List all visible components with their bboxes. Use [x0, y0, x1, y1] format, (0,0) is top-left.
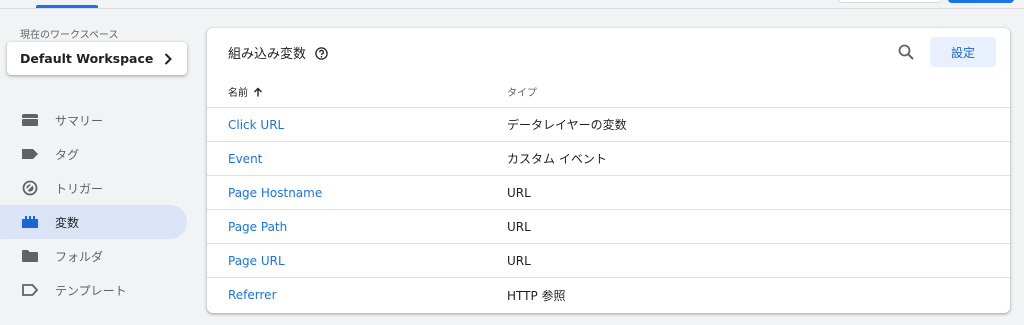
variable-name-link[interactable]: Page Path: [207, 220, 507, 234]
column-header-name[interactable]: 名前: [207, 84, 507, 99]
settings-button[interactable]: 設定: [930, 37, 996, 67]
folder-icon: [22, 248, 38, 264]
variable-name-link[interactable]: Referrer: [207, 288, 507, 302]
column-header-name-label: 名前: [228, 88, 248, 99]
template-icon: [22, 282, 38, 298]
table-row: Referrer HTTP 参照: [207, 278, 1010, 312]
workspace-label: 現在のワークスペース: [20, 30, 119, 41]
summary-icon: [22, 112, 38, 128]
sidebar-item-label: フォルダ: [55, 249, 104, 264]
top-primary-button[interactable]: [948, 0, 1014, 3]
workspace-name: Default Workspace: [20, 51, 154, 66]
variable-type: URL: [507, 185, 531, 200]
top-bar: [0, 0, 1024, 9]
table-header: 名前 タイプ: [207, 76, 1010, 108]
variable-name-link[interactable]: Event: [207, 152, 507, 166]
workspace-selector[interactable]: Default Workspace: [7, 42, 187, 75]
table-row: Click URL データレイヤーの変数: [207, 108, 1010, 142]
help-icon[interactable]: [314, 46, 328, 60]
sidebar-item-variables[interactable]: 変数: [0, 205, 187, 239]
column-header-type[interactable]: タイプ: [507, 84, 537, 99]
sidebar-item-summary[interactable]: サマリー: [0, 103, 187, 137]
sidebar-nav: サマリー タグ トリガー 変数 フォルダ テンプレート: [0, 103, 187, 307]
sidebar-item-triggers[interactable]: トリガー: [0, 171, 187, 205]
sidebar-item-label: テンプレート: [55, 283, 127, 298]
chevron-right-icon: [161, 52, 175, 66]
variable-name-link[interactable]: Page URL: [207, 254, 507, 268]
sidebar-item-label: 変数: [55, 215, 80, 230]
sidebar-item-folders[interactable]: フォルダ: [0, 239, 187, 273]
table-row: Page Hostname URL: [207, 176, 1010, 210]
table-row: Event カスタム イベント: [207, 142, 1010, 176]
sidebar-item-label: トリガー: [55, 181, 104, 196]
sidebar-item-label: サマリー: [55, 113, 104, 128]
active-tab-indicator: [36, 5, 98, 8]
top-outline-button[interactable]: [838, 0, 942, 3]
variable-type: カスタム イベント: [507, 152, 607, 166]
search-icon[interactable]: [896, 42, 916, 62]
builtin-variables-card: 組み込み変数 設定 名前 タイプ Click URL データレイヤーの変数 Ev…: [207, 28, 1010, 313]
sidebar-item-templates[interactable]: テンプレート: [0, 273, 187, 307]
variable-type: データレイヤーの変数: [507, 118, 627, 132]
variable-name-link[interactable]: Click URL: [207, 118, 507, 132]
arrow-up-icon: [253, 87, 263, 97]
tag-icon: [22, 146, 38, 162]
variables-icon: [22, 214, 38, 230]
card-title: 組み込み変数: [228, 46, 307, 62]
sidebar-item-tags[interactable]: タグ: [0, 137, 187, 171]
card-header: 組み込み変数 設定: [207, 28, 1010, 76]
variable-type: HTTP 参照: [507, 288, 566, 303]
variable-type: URL: [507, 253, 531, 268]
variable-name-link[interactable]: Page Hostname: [207, 186, 507, 200]
variables-table: 名前 タイプ Click URL データレイヤーの変数 Event カスタム イ…: [207, 76, 1010, 312]
variable-type: URL: [507, 219, 531, 234]
table-row: Page URL URL: [207, 244, 1010, 278]
sidebar-item-label: タグ: [55, 147, 80, 162]
table-row: Page Path URL: [207, 210, 1010, 244]
trigger-icon: [22, 180, 38, 196]
